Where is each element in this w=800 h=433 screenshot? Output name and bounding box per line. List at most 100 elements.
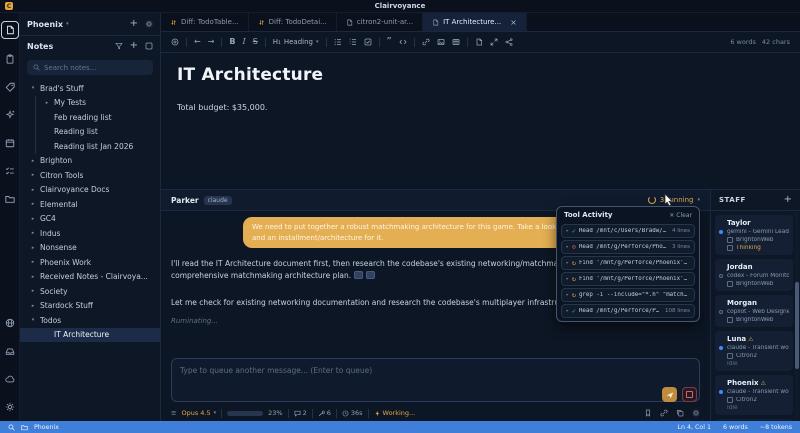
doc-chip-icon[interactable] (354, 271, 363, 279)
tree-chevron-icon[interactable]: ▸ (30, 172, 36, 178)
nav-checklist-icon[interactable] (2, 163, 18, 179)
tree-chevron-icon[interactable]: ▸ (566, 260, 569, 266)
tree-item[interactable]: ▸Society (20, 284, 160, 299)
numbered-list-icon[interactable] (349, 38, 357, 46)
note-editor[interactable]: IT Architecture Total budget: $35,000. (161, 53, 800, 189)
staff-card[interactable]: Taylor gemini - Gemini Lead BrightonWeb … (715, 215, 793, 255)
nav-calendar-icon[interactable] (2, 135, 18, 151)
tree-item[interactable]: ▸My Tests (20, 96, 160, 111)
doc-chip-icon[interactable] (366, 271, 375, 279)
tree-chevron-icon[interactable]: ▸ (30, 288, 36, 294)
tree-item[interactable]: Reading list Jan 2026 (20, 139, 160, 154)
tree-item[interactable]: ▸Indus (20, 226, 160, 241)
project-name[interactable]: Phoenix (34, 424, 59, 431)
expand-icon[interactable] (490, 38, 498, 46)
staff-scrollbar[interactable] (795, 212, 799, 419)
add-staff-button[interactable]: + (784, 195, 792, 205)
tree-item[interactable]: Reading list (20, 125, 160, 140)
tree-item[interactable]: ▾Todos (20, 313, 160, 328)
tree-chevron-icon[interactable]: ▸ (566, 276, 569, 282)
tree-item[interactable]: ▸Stardock Stuff (20, 299, 160, 314)
tree-chevron-icon[interactable]: ▸ (44, 100, 50, 106)
tree-chevron-icon[interactable]: ▸ (30, 158, 36, 164)
redo-icon[interactable]: → (208, 38, 215, 46)
tree-chevron-icon[interactable]: ▸ (566, 292, 569, 298)
code-icon[interactable] (399, 38, 407, 46)
export-icon[interactable] (475, 38, 483, 46)
tool-row[interactable]: ▸ ✓ Read /mnt/c/Users/Bradw/AppData/R...… (561, 224, 695, 238)
search-notes-input[interactable]: Search notes... (27, 60, 153, 75)
scrollbar-thumb[interactable] (795, 282, 799, 369)
tab-diff-tododetail[interactable]: Diff: TodoDetai... (249, 13, 337, 31)
image-icon[interactable] (437, 38, 445, 46)
copy-icon[interactable] (676, 409, 684, 417)
staff-card[interactable]: Morgan copilot - Web Designer BrightonWe… (715, 295, 793, 327)
tree-chevron-icon[interactable]: ▸ (566, 244, 569, 250)
tree-item[interactable]: ▸Received Notes - Clairvoya... (20, 270, 160, 285)
nav-ai-sparkles-icon[interactable] (2, 107, 18, 123)
tree-chevron-icon[interactable]: ▸ (566, 228, 569, 234)
tree-chevron-icon[interactable]: ▾ (30, 85, 36, 91)
tree-item-active[interactable]: IT Architecture (20, 328, 160, 343)
nav-clipboard-icon[interactable] (2, 51, 18, 67)
tree-item[interactable]: ▾Brad's Stuff (20, 81, 160, 96)
share-icon[interactable] (505, 38, 513, 46)
staff-card[interactable]: Phoenix⚠ claude - Transient worker: Phoe… (715, 375, 793, 415)
send-button[interactable] (662, 387, 677, 402)
search-icon[interactable] (8, 424, 15, 431)
tree-item[interactable]: ▸Citron Tools (20, 168, 160, 183)
tree-chevron-icon[interactable]: ▸ (30, 303, 36, 309)
nav-cloud-icon[interactable] (2, 371, 18, 387)
nav-tags-icon[interactable] (2, 79, 18, 95)
nav-inbox-icon[interactable] (2, 343, 18, 359)
menu-icon[interactable]: ≡ (171, 410, 176, 417)
new-note-button[interactable]: + (130, 19, 138, 29)
link-icon[interactable] (422, 38, 430, 46)
tool-row[interactable]: ▸ ⊘ Read /mnt/g/Perforce/Phoenix/.clairv… (561, 240, 695, 254)
workspace-selector[interactable]: Phoenix (27, 20, 63, 29)
tree-chevron-icon[interactable]: ▾ (30, 317, 36, 323)
task-list-icon[interactable] (364, 38, 372, 46)
tree-chevron-icon[interactable]: ▸ (566, 308, 569, 314)
tree-chevron-icon[interactable]: ▸ (30, 216, 36, 222)
clear-tools-button[interactable]: ✕ Clear (669, 212, 692, 219)
bold-button[interactable]: B (229, 38, 235, 46)
collapse-all-icon[interactable] (145, 42, 153, 50)
tool-row[interactable]: ▸ ✓ Read /mnt/g/Perforce/Phoenix/Doc... … (561, 304, 695, 318)
tool-row[interactable]: ▸ ↻ Find '/mnt/g/Perforce/Phoenix' '**/*… (561, 272, 695, 286)
nav-settings-icon[interactable] (2, 399, 18, 415)
tool-row[interactable]: ▸ ↻ grep -i --include="*.h" "matchmak|lo… (561, 288, 695, 302)
tree-chevron-icon[interactable]: ▸ (30, 230, 36, 236)
link-icon[interactable] (660, 409, 668, 417)
bullet-list-icon[interactable] (334, 38, 342, 46)
nav-notes-icon[interactable] (1, 21, 19, 39)
tool-row[interactable]: ▸ ↻ Find '/mnt/g/Perforce/Phoenix' '**/*… (561, 256, 695, 270)
tree-chevron-icon[interactable]: ▸ (30, 259, 36, 265)
tree-chevron-icon[interactable]: ▸ (30, 245, 36, 251)
tree-item[interactable]: ▸Brighton (20, 154, 160, 169)
chat-input[interactable] (171, 358, 700, 402)
focus-mode-icon[interactable] (171, 38, 179, 46)
stop-button[interactable] (682, 387, 697, 402)
add-note-button[interactable]: + (130, 41, 138, 51)
table-icon[interactable] (452, 38, 460, 46)
staff-card[interactable]: Jordan codex - Forum Monitor BrightonWeb (715, 259, 793, 291)
model-selector[interactable]: Opus 4.5 ▾ (181, 409, 216, 417)
tree-item[interactable]: ▸Clairvoyance Docs (20, 183, 160, 198)
heading-dropdown[interactable]: H₁ Heading ▾ (273, 38, 319, 46)
tree-chevron-icon[interactable]: ▸ (30, 201, 36, 207)
tree-item[interactable]: ▸GC4 (20, 212, 160, 227)
tree-item[interactable]: ▸Elemental (20, 197, 160, 212)
tab-citron2[interactable]: citron2-unit-ar... (337, 13, 423, 31)
filter-icon[interactable] (115, 42, 123, 50)
tree-item[interactable]: ▸Nonsense (20, 241, 160, 256)
nav-files-icon[interactable] (2, 191, 18, 207)
tab-it-architecture[interactable]: IT Architecture... × (423, 13, 527, 31)
staff-card[interactable]: Luna⚠ claude - Transient worker: Luna Ci… (715, 331, 793, 371)
tab-diff-todotable[interactable]: Diff: TodoTable... (161, 13, 249, 31)
tree-chevron-icon[interactable]: ▸ (30, 274, 36, 280)
tree-item[interactable]: Feb reading list (20, 110, 160, 125)
nav-web-icon[interactable] (2, 315, 18, 331)
close-tab-icon[interactable]: × (510, 18, 517, 27)
tree-item[interactable]: ▸Phoenix Work (20, 255, 160, 270)
